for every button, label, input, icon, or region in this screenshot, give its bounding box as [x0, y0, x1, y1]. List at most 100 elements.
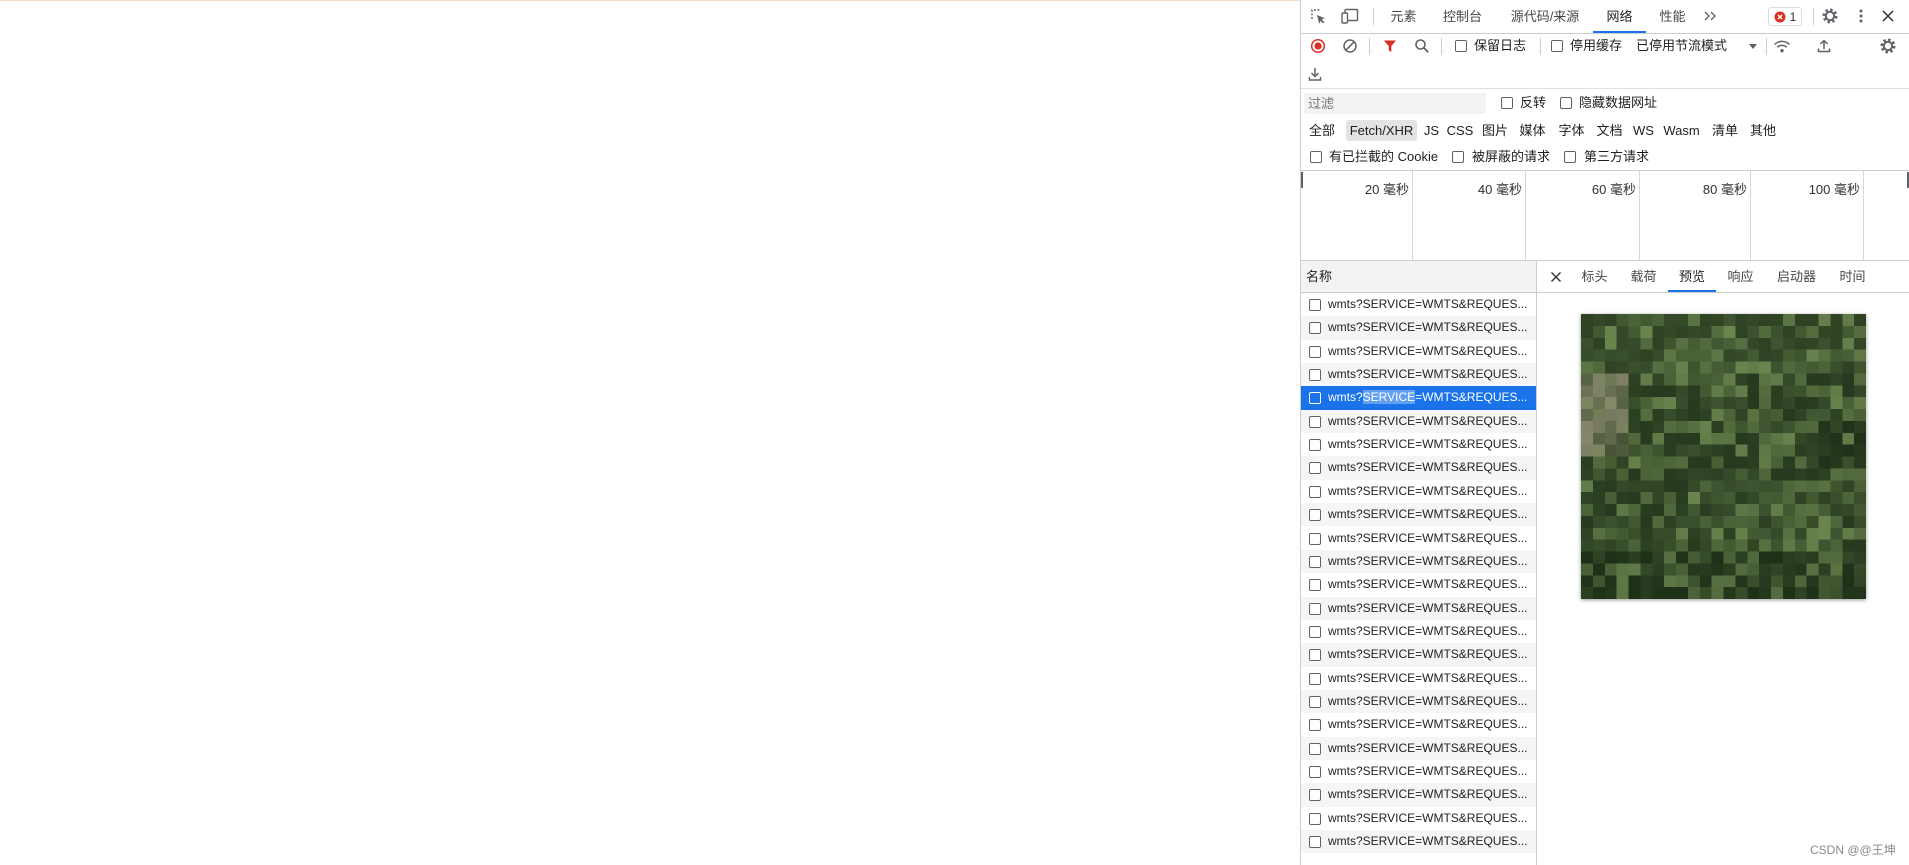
request-row[interactable]: wmts?SERVICE=WMTS&REQUES...: [1301, 689, 1536, 714]
request-row-checkbox[interactable]: [1309, 345, 1321, 358]
request-row[interactable]: wmts?SERVICE=WMTS&REQUES...: [1301, 619, 1536, 644]
column-header-name[interactable]: 名称: [1301, 261, 1536, 293]
tab-response[interactable]: 响应: [1719, 261, 1762, 292]
request-row[interactable]: wmts?SERVICE=WMTS&REQUES...: [1301, 596, 1536, 620]
type-filter-js[interactable]: JS: [1420, 120, 1443, 141]
request-row-checkbox[interactable]: [1309, 485, 1321, 498]
disable-cache-checkbox[interactable]: [1551, 40, 1563, 52]
throttling-dropdown-button[interactable]: [1741, 34, 1765, 58]
blocked-cookies-checkbox[interactable]: [1310, 151, 1322, 163]
request-row[interactable]: wmts?SERVICE=WMTS&REQUES...: [1301, 409, 1536, 434]
type-filter-css[interactable]: CSS: [1444, 120, 1476, 141]
request-row-checkbox[interactable]: [1309, 719, 1321, 732]
request-row-checkbox[interactable]: [1309, 439, 1321, 452]
request-row-checkbox[interactable]: [1309, 415, 1321, 428]
request-row[interactable]: wmts?SERVICE=WMTS&REQUES...: [1301, 363, 1536, 387]
request-row[interactable]: wmts?SERVICE=WMTS&REQUES...: [1301, 293, 1536, 317]
tab-timing[interactable]: 时间: [1830, 261, 1875, 292]
close-details-button[interactable]: [1544, 265, 1568, 289]
filter-input[interactable]: [1304, 93, 1486, 114]
type-filter-all[interactable]: 全部: [1304, 120, 1340, 141]
tab-console[interactable]: 控制台: [1430, 0, 1495, 33]
request-row-checkbox[interactable]: [1309, 812, 1321, 825]
request-row-checkbox[interactable]: [1309, 649, 1321, 662]
request-row[interactable]: wmts?SERVICE=WMTS&REQUES...: [1301, 666, 1536, 690]
tab-payload[interactable]: 载荷: [1622, 261, 1665, 292]
third-party-checkbox[interactable]: [1564, 151, 1576, 163]
filter-toggle-button[interactable]: [1378, 34, 1402, 58]
request-row[interactable]: wmts?SERVICE=WMTS&REQUES...: [1301, 339, 1536, 364]
network-overview[interactable]: 20 毫秒 40 毫秒 60 毫秒 80 毫秒 100 毫秒: [1301, 171, 1909, 260]
request-row-checkbox[interactable]: [1309, 369, 1321, 382]
type-filter-font[interactable]: 字体: [1553, 120, 1590, 141]
tab-network[interactable]: 网络: [1593, 0, 1646, 33]
hide-data-urls-checkbox[interactable]: [1560, 97, 1572, 109]
type-filter-manifest[interactable]: 清单: [1706, 120, 1744, 141]
request-row-checkbox[interactable]: [1309, 532, 1321, 545]
request-row[interactable]: wmts?SERVICE=WMTS&REQUES...: [1301, 760, 1536, 784]
request-row[interactable]: wmts?SERVICE=WMTS&REQUES...: [1301, 386, 1536, 410]
request-row[interactable]: wmts?SERVICE=WMTS&REQUES...: [1301, 316, 1536, 340]
type-filter-media[interactable]: 媒体: [1514, 120, 1551, 141]
request-row-checkbox[interactable]: [1309, 789, 1321, 802]
request-row[interactable]: wmts?SERVICE=WMTS&REQUES...: [1301, 830, 1536, 854]
type-filter-ws[interactable]: WS: [1629, 120, 1658, 141]
tab-elements[interactable]: 元素: [1379, 0, 1428, 33]
tab-sources[interactable]: 源代码/来源: [1499, 0, 1591, 33]
record-button[interactable]: [1306, 34, 1330, 58]
request-row[interactable]: wmts?SERVICE=WMTS&REQUES...: [1301, 783, 1536, 807]
overview-left-handle[interactable]: [1301, 172, 1303, 188]
blocked-requests-checkbox[interactable]: [1452, 151, 1464, 163]
export-har-button[interactable]: [1303, 62, 1327, 86]
request-row[interactable]: wmts?SERVICE=WMTS&REQUES...: [1301, 479, 1536, 504]
tab-preview[interactable]: 预览: [1668, 261, 1716, 292]
network-settings-button[interactable]: [1876, 34, 1900, 58]
tab-performance[interactable]: 性能: [1648, 0, 1697, 33]
request-row-checkbox[interactable]: [1309, 742, 1321, 755]
request-row[interactable]: wmts?SERVICE=WMTS&REQUES...: [1301, 713, 1536, 737]
request-row-checkbox[interactable]: [1309, 602, 1321, 615]
type-filter-fetch-xhr[interactable]: Fetch/XHR: [1346, 120, 1417, 141]
request-row-checkbox[interactable]: [1309, 579, 1321, 592]
request-row[interactable]: wmts?SERVICE=WMTS&REQUES...: [1301, 503, 1536, 527]
network-conditions-button[interactable]: [1770, 34, 1794, 58]
clear-button[interactable]: [1338, 34, 1362, 58]
type-filter-img[interactable]: 图片: [1477, 120, 1513, 141]
customize-devtools-button[interactable]: [1849, 4, 1873, 28]
type-filter-doc[interactable]: 文档: [1591, 120, 1628, 141]
device-toolbar-button[interactable]: [1338, 4, 1362, 28]
type-filter-other[interactable]: 其他: [1745, 120, 1781, 141]
request-row[interactable]: wmts?SERVICE=WMTS&REQUES...: [1301, 573, 1536, 597]
tab-headers[interactable]: 标头: [1573, 261, 1616, 292]
inspect-element-button[interactable]: [1306, 4, 1330, 28]
devtools-settings-button[interactable]: [1818, 4, 1842, 28]
request-row-checkbox[interactable]: [1309, 766, 1321, 778]
request-row-checkbox[interactable]: [1309, 509, 1321, 522]
invert-checkbox[interactable]: [1501, 97, 1513, 109]
request-row-checkbox[interactable]: [1309, 322, 1321, 335]
request-row-checkbox[interactable]: [1309, 392, 1321, 405]
request-row-checkbox[interactable]: [1309, 299, 1321, 311]
request-row[interactable]: wmts?SERVICE=WMTS&REQUES...: [1301, 806, 1536, 831]
preserve-log-checkbox[interactable]: [1455, 40, 1467, 52]
request-row[interactable]: wmts?SERVICE=WMTS&REQUES...: [1301, 526, 1536, 550]
request-row-checkbox[interactable]: [1309, 555, 1321, 568]
request-row[interactable]: wmts?SERVICE=WMTS&REQUES...: [1301, 456, 1536, 480]
request-row-checkbox[interactable]: [1309, 672, 1321, 685]
request-row-checkbox[interactable]: [1309, 625, 1321, 638]
type-filter-wasm[interactable]: Wasm: [1659, 120, 1704, 141]
request-row[interactable]: wmts?SERVICE=WMTS&REQUES...: [1301, 549, 1536, 574]
request-row-checkbox[interactable]: [1309, 695, 1321, 708]
search-button[interactable]: [1410, 34, 1434, 58]
error-count-badge[interactable]: 1: [1768, 7, 1802, 26]
request-row[interactable]: wmts?SERVICE=WMTS&REQUES...: [1301, 736, 1536, 760]
more-tabs-button[interactable]: [1698, 4, 1722, 28]
tab-initiator[interactable]: 启动器: [1768, 261, 1825, 292]
throttling-select[interactable]: 已停用节流模式: [1636, 38, 1727, 54]
request-row[interactable]: wmts?SERVICE=WMTS&REQUES...: [1301, 433, 1536, 457]
request-row-checkbox[interactable]: [1309, 462, 1321, 475]
request-row[interactable]: wmts?SERVICE=WMTS&REQUES...: [1301, 643, 1536, 667]
request-row-checkbox[interactable]: [1309, 836, 1321, 849]
close-devtools-button[interactable]: [1876, 4, 1900, 28]
import-har-button[interactable]: [1812, 34, 1836, 58]
